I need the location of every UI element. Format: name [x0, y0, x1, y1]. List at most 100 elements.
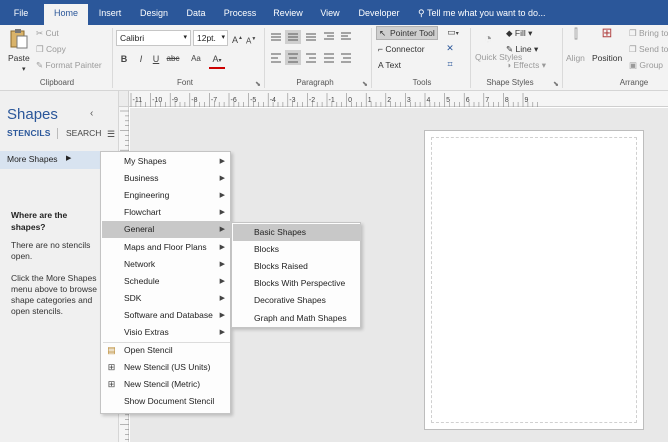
send-to-back-button[interactable]: ❐ Send to — [629, 43, 668, 55]
grow-font-icon[interactable]: A▲ — [232, 32, 243, 46]
menu-item[interactable]: Flowchart ▶ — [102, 204, 231, 221]
chevron-right-icon: ▶ — [219, 209, 225, 217]
menu-item[interactable]: Software and Database ▶ — [102, 307, 231, 324]
align-button[interactable]: Align — [566, 52, 585, 64]
chevron-left-icon[interactable]: ‹ — [90, 108, 93, 119]
open-stencil-icon: ▤ — [107, 345, 116, 356]
pane-menu-icon[interactable]: ☰ — [107, 129, 115, 140]
fill-button[interactable]: ◆ Fill ▾ — [506, 27, 532, 39]
strikethrough-button[interactable]: abc — [164, 53, 182, 65]
line-style-icon: ✎ — [506, 44, 514, 54]
lightbulb-icon: ⚲ — [418, 8, 425, 18]
pointer-icon: ↖ — [379, 28, 387, 38]
menu-item[interactable]: ▤ Open Stencil — [102, 342, 231, 359]
page-margin-guide — [431, 137, 637, 423]
menu-item[interactable]: Blocks — [233, 241, 361, 258]
tab-design[interactable]: Design — [134, 4, 174, 25]
tab-home[interactable]: Home — [44, 4, 88, 25]
rectangle-shape-icon[interactable]: ▭▾ — [442, 26, 464, 40]
line-button[interactable]: ✎ Line ▾ — [506, 43, 538, 55]
menu-item[interactable]: ⊞ New Stencil (Metric) — [102, 376, 231, 393]
font-color-button[interactable]: A▾ — [209, 53, 225, 69]
menu-item-label: Business — [124, 173, 159, 184]
menu-item[interactable]: SDK ▶ — [102, 290, 231, 307]
crop-icon[interactable]: ⌗ — [444, 58, 456, 70]
group-icon: ▣ — [629, 60, 638, 70]
tab-insert[interactable]: Insert — [93, 4, 127, 25]
menu-item[interactable]: Show Document Stencil — [102, 393, 231, 410]
font-size-box[interactable]: 12pt. ▾ — [193, 30, 228, 46]
cut-button[interactable]: ✂ Cut — [36, 27, 59, 39]
bold-button[interactable]: B — [119, 53, 129, 65]
chevron-right-icon: ▶ — [219, 158, 225, 165]
paste-button[interactable]: Paste — [8, 52, 30, 64]
scissors-icon: ✂ — [36, 28, 44, 38]
chevron-right-icon: ▶ — [219, 243, 225, 251]
pane-heading: Where are the shapes? — [11, 210, 68, 232]
menu-item-label: Basic Shapes — [254, 227, 306, 237]
menu-item[interactable]: Visio Extras ▶ — [102, 324, 231, 341]
menu-item[interactable]: ⊞ New Stencil (US Units) — [102, 359, 231, 376]
menu-item[interactable]: Graph and Math Shapes — [233, 310, 361, 327]
format-painter-button[interactable]: ✎ Format Painter — [36, 59, 102, 71]
paste-icon[interactable] — [9, 28, 29, 50]
chevron-right-icon: ▶ — [219, 175, 225, 183]
menu-item-label: Flowchart — [124, 207, 161, 218]
ribbon-separator — [112, 28, 113, 88]
bring-to-front-button[interactable]: ❐ Bring to — [629, 27, 668, 39]
tell-me-box[interactable]: ⚲ Tell me what you want to do... — [418, 4, 546, 23]
position-icon[interactable]: ⊞ — [597, 26, 617, 39]
tab-data[interactable]: Data — [180, 4, 212, 25]
position-button[interactable]: Position — [592, 52, 622, 64]
menu-item[interactable]: General ▶ — [102, 221, 231, 239]
tab-file[interactable]: File — [4, 4, 38, 25]
tab-stencils[interactable]: STENCILS — [7, 128, 51, 138]
align-icon[interactable]: ⫿ — [566, 27, 586, 40]
font-dialog-launcher-icon[interactable]: ⬊ — [255, 80, 261, 88]
menu-item-label: Schedule — [124, 275, 160, 286]
new-stencil-icon: ⊞ — [107, 362, 116, 373]
tab-process[interactable]: Process — [219, 4, 261, 25]
horizontal-ruler: -11 -10 -9 -8 -7 -6 -5 -4 -3 -2 -1 0 1 2 3 4 5 6 7 8 9 — [119, 91, 668, 107]
group-button[interactable]: ▣ Group — [629, 59, 663, 71]
shape-styles-dialog-launcher-icon[interactable]: ⬊ — [553, 80, 559, 88]
shrink-font-icon[interactable]: A▼ — [246, 33, 256, 48]
ribbon-separator — [264, 28, 265, 88]
menu-item[interactable]: Network ▶ — [102, 256, 231, 273]
ribbon: Paste ▾ ✂ Cut ❐ Copy ✎ Format Painter Cl… — [0, 25, 668, 91]
ribbon-tab-bar: File Home Insert Design Data Process Rev… — [0, 0, 668, 25]
menu-item[interactable]: Basic Shapes — [233, 224, 361, 241]
menu-item[interactable]: Decorative Shapes — [233, 292, 361, 309]
paragraph-controls — [268, 30, 366, 75]
ribbon-separator — [562, 28, 563, 88]
drawing-page[interactable] — [424, 130, 644, 430]
menu-item[interactable]: Schedule ▶ — [102, 273, 231, 290]
underline-button[interactable]: U — [151, 53, 161, 65]
font-name-box[interactable]: Calibri ▾ — [116, 30, 191, 46]
menu-item[interactable]: Blocks Raised — [233, 258, 361, 275]
font-group-label: Font — [176, 78, 193, 87]
paragraph-dialog-launcher-icon[interactable]: ⬊ — [362, 80, 368, 88]
more-shapes-button[interactable]: More Shapes ▶ — [0, 151, 100, 169]
copy-button[interactable]: ❐ Copy — [36, 43, 66, 55]
close-icon[interactable]: ✕ — [444, 42, 456, 54]
paste-dropdown-icon[interactable]: ▾ — [22, 64, 26, 76]
effects-button[interactable]: ◑ Effects ▾ — [506, 59, 546, 71]
change-case-button[interactable]: Aa — [188, 53, 204, 65]
chevron-down-icon: ▾ — [221, 34, 225, 41]
tab-view[interactable]: View — [315, 4, 345, 25]
tab-developer[interactable]: Developer — [354, 4, 404, 25]
tab-search[interactable]: SEARCH — [66, 128, 101, 138]
menu-item[interactable]: Blocks With Perspective — [233, 275, 361, 292]
menu-item[interactable]: Business ▶ — [102, 170, 231, 187]
tab-review[interactable]: Review — [268, 4, 308, 25]
menu-item[interactable]: Engineering ▶ — [102, 187, 231, 204]
pointer-tool-button[interactable]: ↖ Pointer Tool — [376, 26, 438, 40]
quick-styles-icon[interactable]: ◔ — [478, 28, 498, 48]
text-tool-button[interactable]: A Text — [378, 59, 401, 71]
ribbon-separator — [371, 28, 372, 88]
menu-item[interactable]: My Shapes ▶ — [102, 153, 231, 170]
italic-button[interactable]: I — [136, 53, 146, 65]
connector-button[interactable]: ⌐ Connector — [378, 43, 425, 55]
menu-item[interactable]: Maps and Floor Plans ▶ — [102, 239, 231, 256]
